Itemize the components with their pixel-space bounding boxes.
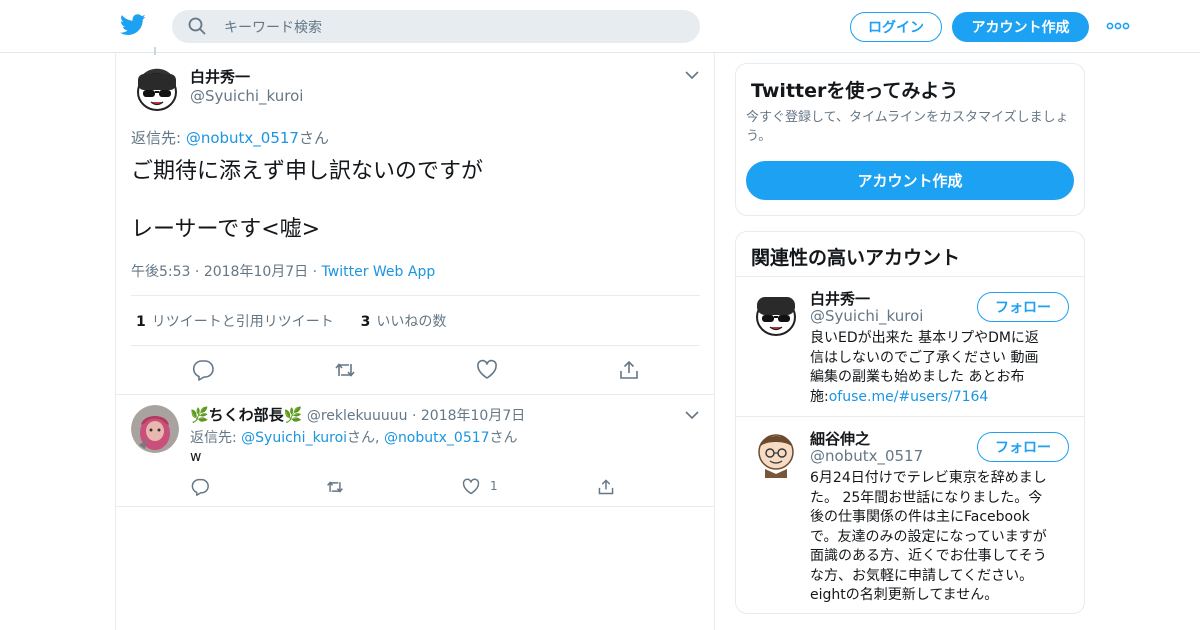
avatar[interactable] [134, 62, 180, 112]
bio-line: 編集の副業も始めました あとお布 [810, 369, 1025, 385]
account-bio: 良いEDが出来た 基本リプやDMに返 信はしないのでご了承ください 動画 編集の… [810, 329, 1070, 407]
account-bio: 6月24日付けでテレビ東京を辞めまし た。 25年間お世話になりました。今 後の… [810, 469, 1070, 606]
reply-header: 🌿ちくわ部長🌿 @reklekuuuuu · 2018年10月7日 [190, 404, 525, 425]
tweet-text-line [131, 186, 691, 215]
reply-author-handle[interactable]: @reklekuuuuu [307, 408, 408, 424]
reply-prefix: 返信先: [131, 129, 186, 147]
bio-line: 6月24日付けでテレビ東京を辞めまし [810, 470, 1047, 486]
signup-button[interactable]: アカウント作成 [952, 12, 1089, 42]
author-handle[interactable]: @Syuichi_kuroi [190, 87, 303, 105]
meta-separator: · [407, 408, 421, 424]
reply-mention-link[interactable]: @nobutx_0517 [384, 430, 490, 446]
like-count: 3 [360, 314, 371, 330]
bio-line: 信はしないのでご了承ください 動画 [810, 349, 1039, 366]
divider [131, 295, 700, 296]
retweet-count: 1 [136, 314, 146, 330]
meta-separator: · [308, 264, 322, 280]
divider [131, 345, 700, 346]
divider [736, 276, 1084, 277]
reply-to-line: 返信先: @Syuichi_kuroiさん, @nobutx_0517さん [190, 427, 518, 447]
reply-mention-link[interactable]: @Syuichi_kuroi [241, 430, 347, 446]
bio-line: た。 25年間お世話になりました。今 [810, 489, 1043, 506]
retweet-icon[interactable] [326, 478, 344, 496]
signup-card: Twitterを使ってみよう 今すぐ登録して、タイムラインをカスタマイズしましょ… [735, 63, 1085, 216]
reply-suffix: さん [298, 129, 329, 147]
reply-like-count: 1 [490, 479, 498, 493]
reply-author-name[interactable]: 🌿ちくわ部長🌿 [190, 406, 302, 424]
signup-card-title: Twitterを使ってみよう [751, 80, 959, 102]
like-icon[interactable] [462, 478, 480, 496]
bio-line: 後の仕事関係の件は主にFacebook [810, 509, 1030, 525]
reply-avatar[interactable] [131, 405, 179, 453]
bio-line: 面識のある方、近くでお仕事してそう [810, 548, 1047, 564]
reply-prefix: 返信先: [190, 430, 242, 446]
tweet-meta: 午後5:53 · 2018年10月7日 · Twitter Web App [131, 261, 435, 281]
retweet-stat[interactable]: 1 リツイートと引用リツイート [136, 314, 334, 330]
share-icon[interactable] [618, 359, 640, 381]
tweet-time[interactable]: 午後5:53 [131, 264, 190, 280]
account-handle[interactable]: @nobutx_0517 [810, 447, 923, 465]
related-accounts-card: 関連性の高いアカウント 白井秀一 @Syuichi_kuroi フォロー 良いE… [735, 231, 1085, 614]
search-input[interactable] [222, 10, 686, 45]
share-icon[interactable] [597, 478, 615, 496]
search-box[interactable] [172, 10, 700, 45]
author-name[interactable]: 白井秀一 [190, 66, 250, 87]
account-handle[interactable]: @Syuichi_kuroi [810, 307, 923, 325]
like-stat[interactable]: 3 いいねの数 [361, 314, 447, 330]
bio-line: 施:ofuse.me/#users/7164 [810, 388, 1070, 408]
bio-line: な方、お気軽に申請してください。 [810, 567, 1034, 584]
tweet-date[interactable]: 2018年10月7日 [204, 264, 308, 280]
reply-date[interactable]: 2018年10月7日 [421, 408, 525, 424]
signup-card-button[interactable]: アカウント作成 [746, 161, 1074, 200]
bio-line: 良いEDが出来た 基本リプやDMに返 [810, 330, 1039, 346]
tweet-source-link[interactable]: Twitter Web App [322, 264, 436, 280]
timeline-column: 白井秀一 @Syuichi_kuroi 返信先: @nobutx_0517さん … [115, 47, 715, 630]
retweet-icon[interactable] [334, 359, 356, 381]
meta-separator: · [190, 264, 204, 280]
reply-mid: さん, [347, 430, 384, 446]
reply-to-line: 返信先: @nobutx_0517さん [131, 127, 329, 148]
search-icon [188, 17, 206, 35]
like-icon[interactable] [476, 359, 498, 381]
tweet-text-line: レーサーです<嘘> [131, 217, 321, 242]
bio-line: で。友達のみの設定になっていますが [810, 528, 1047, 545]
divider [736, 416, 1084, 417]
reply-icon[interactable] [192, 359, 214, 381]
account-name[interactable]: 白井秀一 [810, 288, 870, 309]
chevron-down-icon[interactable] [685, 71, 699, 80]
reply-text: w [190, 449, 202, 465]
twitter-bird-icon[interactable] [120, 14, 146, 36]
login-button[interactable]: ログイン [850, 12, 942, 42]
divider [116, 394, 714, 395]
account-name[interactable]: 細谷伸之 [810, 428, 870, 449]
tweet-text: ご期待に添えず申し訳ないのですが レーサーです<嘘> [131, 157, 691, 244]
follow-button[interactable]: フォロー [977, 432, 1069, 462]
divider [116, 506, 714, 507]
tweet-stats: 1 リツイートと引用リツイート 3 いいねの数 [136, 311, 446, 331]
desc-line: 今すぐ登録して、タイムラインをカスタマイズしましょ [746, 110, 1069, 125]
related-card-title: 関連性の高いアカウント [751, 247, 961, 269]
more-dots-icon[interactable] [1106, 20, 1130, 32]
top-bar: ログイン アカウント作成 [0, 0, 1200, 53]
reply-mention-link[interactable]: @nobutx_0517 [186, 129, 299, 147]
bio-text: 施: [810, 388, 829, 405]
desc-line: う。 [746, 129, 772, 144]
account-avatar[interactable] [753, 287, 799, 337]
signup-card-desc: 今すぐ登録して、タイムラインをカスタマイズしましょ う。 [746, 108, 1076, 146]
retweet-stat-label: リツイートと引用リツイート [151, 314, 334, 330]
bio-line: eightの名刺更新してません。 [810, 587, 999, 603]
follow-button[interactable]: フォロー [977, 292, 1069, 322]
chevron-down-icon[interactable] [685, 411, 699, 420]
reply-suffix: さん [489, 430, 518, 446]
tweet-text-line: ご期待に添えず申し訳ないのですが [131, 159, 484, 184]
account-avatar[interactable] [753, 428, 799, 478]
thread-connector [154, 47, 156, 55]
like-stat-label: いいねの数 [376, 314, 447, 330]
reply-icon[interactable] [191, 478, 209, 496]
bio-link[interactable]: ofuse.me/#users/7164 [829, 389, 989, 405]
